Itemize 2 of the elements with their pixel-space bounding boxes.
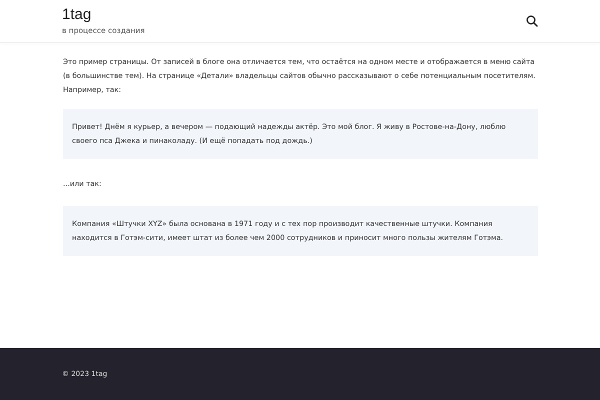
search-icon[interactable] xyxy=(526,15,538,27)
site-title[interactable]: 1tag xyxy=(62,6,145,24)
